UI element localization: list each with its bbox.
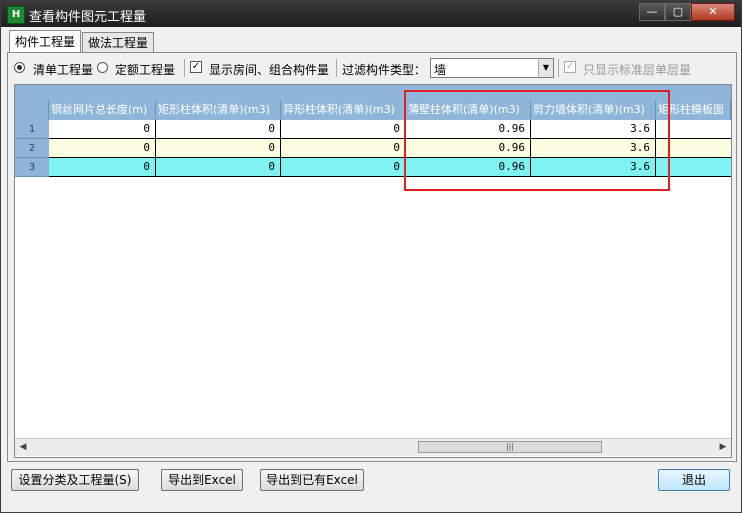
tab-method-quantity[interactable]: 做法工程量 <box>82 32 155 53</box>
table-cell[interactable]: 0.96 <box>406 158 531 177</box>
table-cell[interactable]: 0 <box>49 139 156 158</box>
checkbox-show-room-label[interactable]: 显示房间、组合构件量 <box>209 61 329 78</box>
scrollbar-thumb[interactable]: ||| <box>418 441 602 453</box>
radio-dinge[interactable] <box>97 62 108 73</box>
table-cell[interactable]: 3.6 <box>531 120 656 139</box>
checkbox-show-room[interactable]: ✓ <box>190 61 202 73</box>
tab-strip: 构件工程量 做法工程量 <box>9 30 155 54</box>
exit-button[interactable]: 退出 <box>658 469 730 491</box>
export-excel-button[interactable]: 导出到Excel <box>161 469 243 491</box>
filter-type-value: 墙 <box>434 63 447 77</box>
close-button[interactable]: ✕ <box>691 3 735 21</box>
radio-qingdan[interactable] <box>14 62 25 73</box>
table-cell[interactable] <box>656 158 731 177</box>
window-title: 查看构件图元工程量 <box>29 10 147 25</box>
column-header[interactable]: 矩形柱模板面 <box>656 100 731 120</box>
column-header[interactable]: 矩形柱体积(清单)(m3) <box>156 100 281 120</box>
horizontal-scrollbar[interactable]: ◀ ||| ▶ <box>15 438 731 456</box>
scroll-left-icon[interactable]: ◀ <box>17 441 29 453</box>
tab-component-quantity[interactable]: 构件工程量 <box>9 30 82 54</box>
table-cell[interactable]: 0 <box>281 158 406 177</box>
checkbox-standard-floor-label: 只显示标准层单层量 <box>583 63 692 77</box>
options-bar: 清单工程量 定额工程量 ✓ 显示房间、组合构件量 过滤构件类型： 墙 ▼ ✓ 只… <box>12 58 732 80</box>
table-cell[interactable]: 0 <box>156 139 281 158</box>
table-cell[interactable]: 0 <box>281 139 406 158</box>
table-cell[interactable]: 0.96 <box>406 120 531 139</box>
scroll-right-icon[interactable]: ▶ <box>717 441 729 453</box>
dialog-window: H 查看构件图元工程量 — ▢ ✕ 构件工程量 做法工程量 清单工程量 定额工程… <box>0 0 742 513</box>
dropdown-arrow-icon[interactable]: ▼ <box>538 59 553 77</box>
separator <box>558 59 559 77</box>
table-cell[interactable] <box>656 120 731 139</box>
maximize-button[interactable]: ▢ <box>665 3 691 21</box>
minimize-button[interactable]: — <box>639 3 665 21</box>
filter-type-select[interactable]: 墙 ▼ <box>430 58 554 78</box>
table-cell[interactable]: 0 <box>281 120 406 139</box>
column-header[interactable]: 异形柱体积(清单)(m3) <box>281 100 406 120</box>
table-cell[interactable]: 0 <box>156 120 281 139</box>
table-cell[interactable]: 0 <box>156 158 281 177</box>
table-cell[interactable] <box>656 139 731 158</box>
separator <box>184 59 185 77</box>
table-cell[interactable]: 0 <box>49 158 156 177</box>
column-header[interactable]: 钢丝网片总长度(m) <box>49 100 156 120</box>
table-cell[interactable]: 0.96 <box>406 139 531 158</box>
grid-corner <box>15 100 49 120</box>
app-icon: H <box>7 6 25 24</box>
row-header[interactable]: 3 <box>15 158 49 177</box>
quantity-grid[interactable]: 钢丝网片总长度(m) 矩形柱体积(清单)(m3) 异形柱体积(清单)(m3) 薄… <box>14 84 732 458</box>
table-cell[interactable]: 0 <box>49 120 156 139</box>
export-existing-excel-button[interactable]: 导出到已有Excel <box>260 469 364 491</box>
separator <box>336 59 337 77</box>
row-header[interactable]: 1 <box>15 120 49 139</box>
title-bar[interactable]: H 查看构件图元工程量 — ▢ ✕ <box>1 1 741 27</box>
radio-dinge-label[interactable]: 定额工程量 <box>115 61 175 78</box>
settings-button[interactable]: 设置分类及工程量(S) <box>11 469 139 491</box>
column-header[interactable]: 薄壁柱体积(清单)(m3) <box>406 100 531 120</box>
tab-panel: 清单工程量 定额工程量 ✓ 显示房间、组合构件量 过滤构件类型： 墙 ▼ ✓ 只… <box>7 52 737 462</box>
table-cell[interactable]: 3.6 <box>531 158 656 177</box>
radio-qingdan-label[interactable]: 清单工程量 <box>33 61 93 78</box>
filter-label: 过滤构件类型： <box>342 63 427 77</box>
table-cell[interactable]: 3.6 <box>531 139 656 158</box>
grid-header-band <box>15 85 731 100</box>
column-header[interactable]: 剪力墙体积(清单)(m3) <box>531 100 656 120</box>
row-header[interactable]: 2 <box>15 139 49 158</box>
checkbox-standard-floor: ✓ <box>564 61 576 73</box>
